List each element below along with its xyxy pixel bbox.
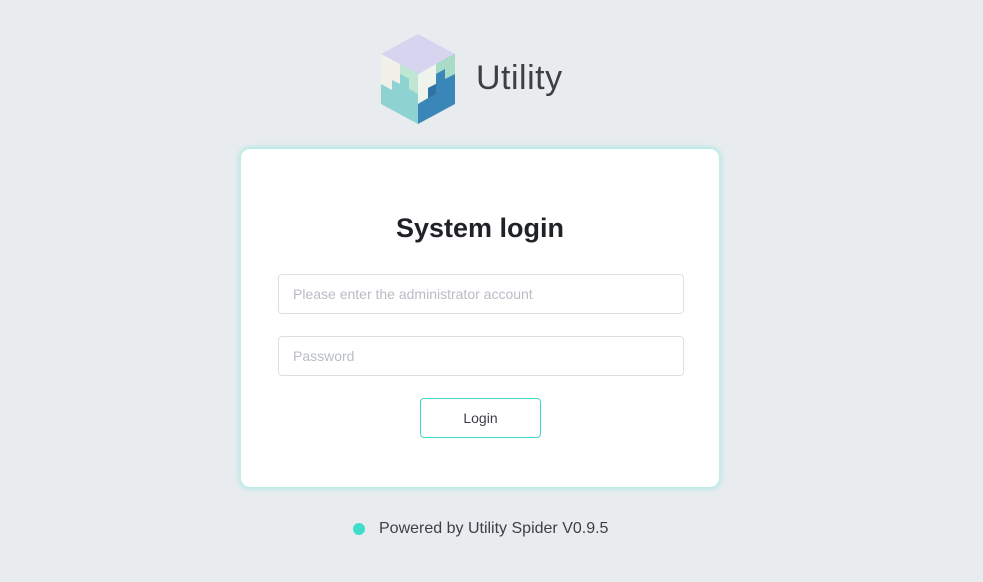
brand-header: Utility bbox=[378, 32, 563, 126]
password-input[interactable] bbox=[278, 336, 684, 376]
login-button[interactable]: Login bbox=[420, 398, 541, 438]
status-dot-icon bbox=[353, 523, 365, 535]
footer-text: Powered by Utility Spider V0.9.5 bbox=[379, 520, 609, 537]
utility-cube-logo-icon bbox=[381, 34, 455, 124]
account-input[interactable] bbox=[278, 274, 684, 314]
login-card: System login Login bbox=[240, 148, 720, 488]
footer: Powered by Utility Spider V0.9.5 bbox=[353, 517, 608, 541]
login-title: System login bbox=[395, 213, 565, 243]
brand-name: Utility bbox=[476, 58, 563, 97]
